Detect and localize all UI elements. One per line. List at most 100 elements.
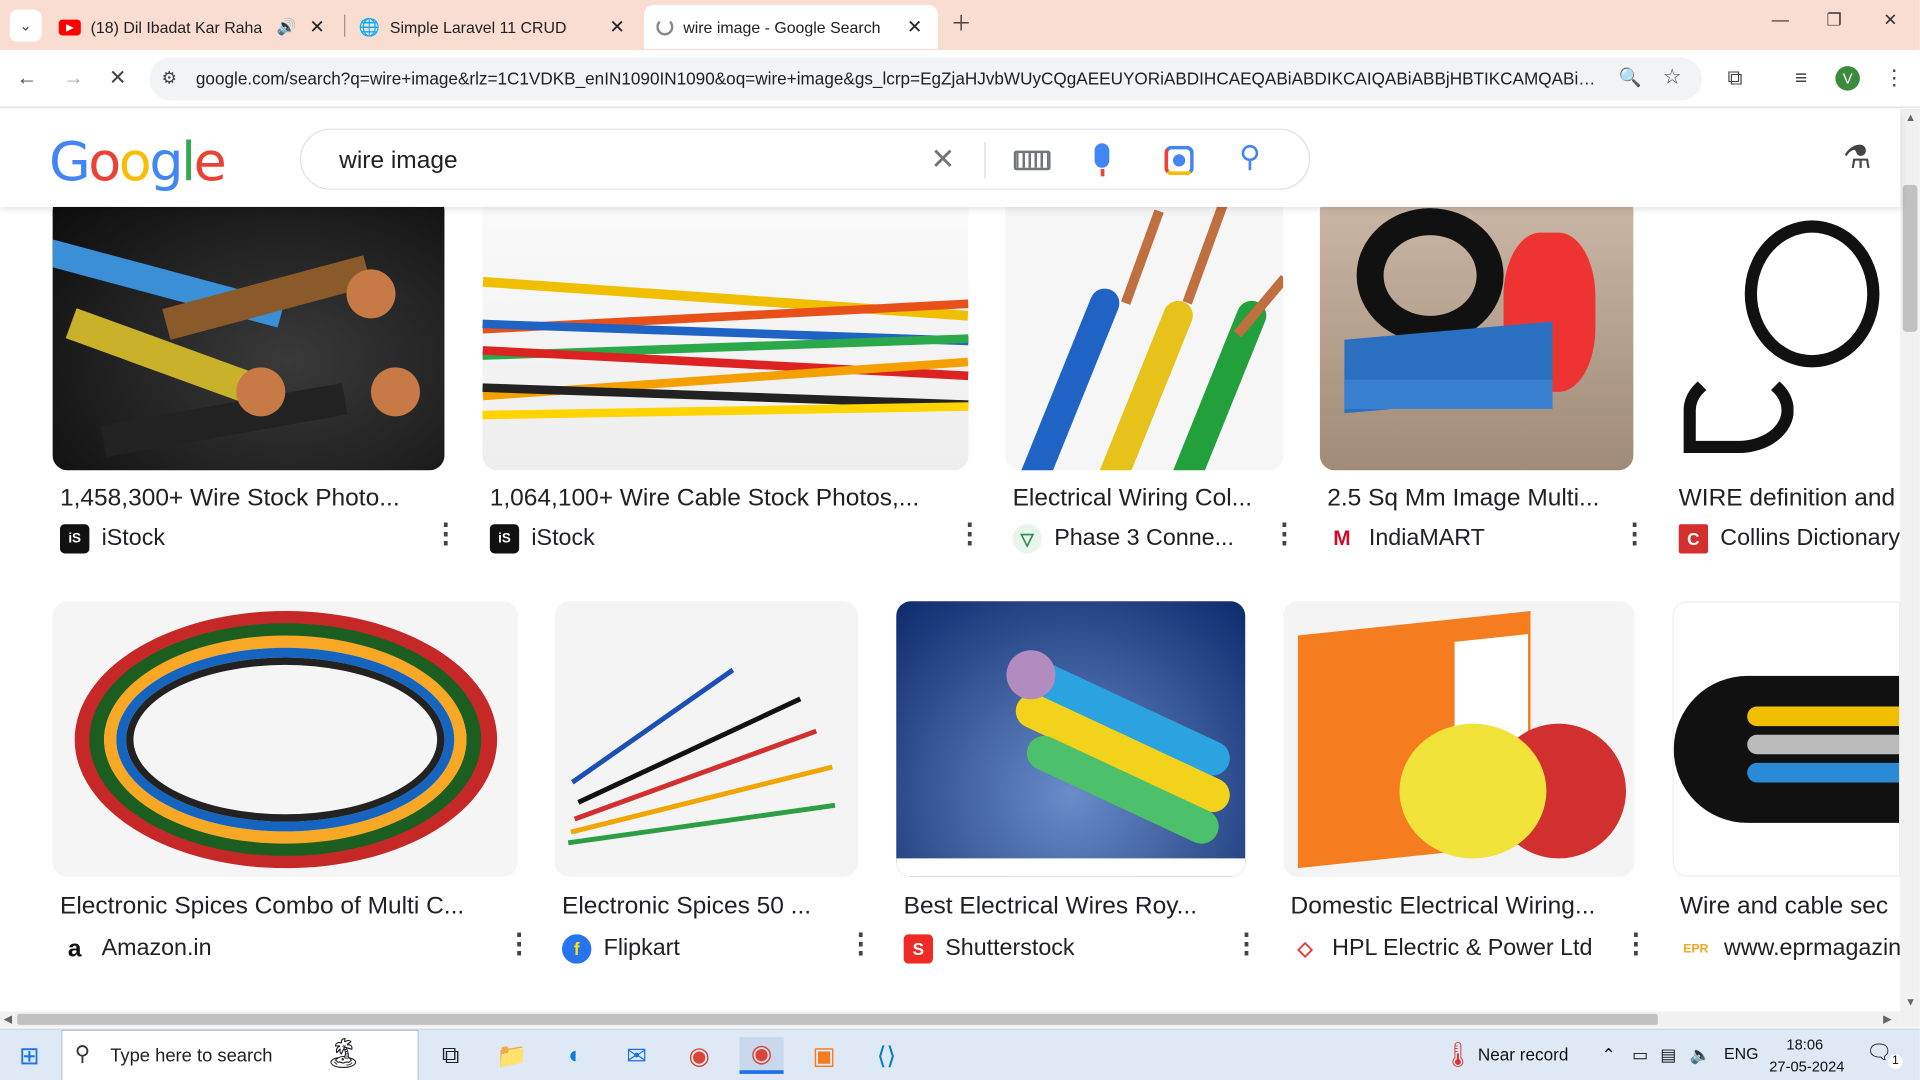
chrome-active-icon[interactable]: ◉ (739, 1037, 784, 1074)
windows-start-icon[interactable]: ⊞ (7, 1037, 51, 1074)
search-box[interactable]: wire image ✕ ⚲ (299, 128, 1311, 190)
horizontal-scrollbar[interactable]: ◀ ▶ (0, 1011, 1901, 1028)
microphone-icon[interactable] (1094, 143, 1110, 168)
more-options-icon[interactable]: ⋮ (956, 520, 983, 547)
result-title[interactable]: Wire and cable sec (1680, 893, 1900, 921)
result-thumbnail[interactable] (1671, 195, 1904, 471)
result-thumbnail[interactable] (1672, 601, 1901, 877)
tab-google-search[interactable]: wire image - Google Search ✕ (644, 4, 938, 49)
vertical-scrollbar[interactable]: ▲ ▼ (1900, 108, 1920, 1028)
scroll-left-icon[interactable]: ◀ (4, 1013, 12, 1026)
result-source[interactable]: ▽ Phase 3 Conne... (1012, 524, 1240, 554)
tab-youtube[interactable]: ▶ (18) Dil Ibadat Kar Raha Hai 🔊 ✕ (47, 5, 341, 49)
vscode-icon[interactable]: ⟨⟩ (864, 1037, 908, 1074)
result-source[interactable]: C Collins Dictionary (1678, 524, 1901, 554)
address-bar[interactable]: ⚙ google.com/search?q=wire+image&rlz=1C1… (149, 57, 1702, 101)
more-options-icon[interactable]: ⋮ (432, 520, 459, 547)
result-thumbnail[interactable] (896, 601, 1246, 877)
more-options-icon[interactable]: ⋮ (847, 930, 874, 957)
result-title[interactable]: 1,458,300+ Wire Stock Photo... (60, 485, 440, 513)
vertical-scroll-thumb[interactable] (1902, 184, 1918, 332)
search-icon[interactable]: ⚲ (1239, 140, 1261, 176)
tab-laravel[interactable]: 🌐 Simple Laravel 11 CRUD ✕ (347, 5, 641, 49)
google-logo[interactable]: Google (49, 131, 227, 193)
result-source[interactable]: M IndiaMART (1327, 524, 1596, 554)
xampp-icon[interactable]: ▣ (802, 1037, 846, 1074)
extensions-icon[interactable]: ⧉ (1720, 64, 1749, 93)
chrome-icon[interactable]: ◉ (677, 1037, 721, 1074)
more-options-icon[interactable]: ⋮ (1233, 930, 1260, 957)
result-thumbnail[interactable] (52, 601, 518, 877)
clock-time[interactable]: 18:06 (1786, 1036, 1823, 1053)
result-title[interactable]: Best Electrical Wires Roy... (904, 893, 1235, 921)
mail-icon[interactable]: ✉ (615, 1037, 659, 1074)
source-name: Shutterstock (945, 935, 1075, 962)
result-thumbnail[interactable] (482, 195, 969, 471)
more-options-icon[interactable]: ⋮ (506, 930, 533, 957)
result-thumbnail[interactable] (52, 195, 445, 471)
close-tab-icon[interactable]: ✕ (904, 16, 926, 38)
result-thumbnail[interactable] (1319, 195, 1634, 471)
close-tab-icon[interactable]: ✕ (306, 16, 328, 38)
url-text[interactable]: google.com/search?q=wire+image&rlz=1C1VD… (196, 69, 1604, 89)
result-title[interactable]: Electronic Spices Combo of Multi C... (60, 893, 513, 921)
result-source[interactable]: a Amazon.in (59, 934, 464, 964)
result-title[interactable]: 1,064,100+ Wire Cable Stock Photos,... (490, 485, 965, 513)
result-title[interactable]: Domestic Electrical Wiring... (1291, 893, 1628, 921)
profile-avatar[interactable]: V (1835, 66, 1860, 91)
edge-icon[interactable]: ◐ (553, 1037, 597, 1074)
search-input[interactable]: wire image (339, 147, 457, 175)
scroll-up-icon[interactable]: ▲ (1905, 111, 1916, 123)
labs-flask-icon[interactable]: ⚗ (1843, 138, 1872, 176)
forward-icon[interactable]: → (59, 64, 88, 93)
media-controls-icon[interactable]: ≡ (1786, 64, 1815, 93)
istock-icon: iS (59, 524, 90, 554)
bookmark-star-icon[interactable]: ☆ (1663, 65, 1682, 89)
result-title[interactable]: 2.5 Sq Mm Image Multi... (1327, 485, 1627, 513)
scroll-right-icon[interactable]: ▶ (1883, 1013, 1891, 1026)
result-title[interactable]: Electrical Wiring Col... (1013, 485, 1282, 513)
clear-icon[interactable]: ✕ (931, 142, 956, 178)
result-thumbnail[interactable] (1283, 601, 1635, 877)
restore-button[interactable]: ❐ (1816, 10, 1853, 39)
zoom-icon[interactable]: 🔍 (1619, 66, 1642, 88)
site-info-icon[interactable]: ⚙ (162, 67, 177, 88)
minimize-button[interactable]: — (1762, 10, 1799, 39)
palm-tree-icon: 🏝 (324, 1037, 362, 1071)
keyboard-icon[interactable] (1013, 150, 1051, 171)
more-options-icon[interactable]: ⋮ (1621, 520, 1648, 547)
horizontal-scroll-thumb[interactable] (17, 1013, 1658, 1025)
file-explorer-icon[interactable]: 📁 (490, 1037, 534, 1074)
show-hidden-icons[interactable]: ⌃ (1602, 1044, 1616, 1065)
clock-date[interactable]: 27-05-2024 (1769, 1058, 1844, 1075)
new-tab-button[interactable]: ＋ (946, 10, 975, 39)
back-icon[interactable]: ← (12, 64, 41, 93)
result-thumbnail[interactable] (1005, 195, 1284, 471)
volume-icon[interactable]: 🔈 (1690, 1044, 1711, 1065)
result-thumbnail[interactable] (554, 601, 859, 877)
close-window-button[interactable]: ✕ (1872, 10, 1909, 39)
thermometer-icon[interactable]: 🌡 (1442, 1040, 1473, 1071)
result-source[interactable]: f Flipkart (561, 934, 819, 964)
speaker-icon[interactable]: 🔊 (276, 17, 296, 37)
more-options-icon[interactable]: ⋮ (1622, 930, 1649, 957)
result-source[interactable]: ◇ HPL Electric & Power Ltd (1290, 934, 1597, 964)
result-source[interactable]: iS iStock (489, 524, 919, 554)
taskbar-search[interactable]: ⚲ Type here to search 🏝 (61, 1029, 419, 1080)
result-source[interactable]: S Shutterstock (903, 934, 1198, 964)
more-options-icon[interactable]: ⋮ (1271, 520, 1298, 547)
menu-icon[interactable]: ⋮ (1879, 64, 1908, 93)
language-indicator[interactable]: ENG (1724, 1044, 1758, 1062)
tab-search-button[interactable]: ⌄ (9, 9, 42, 42)
network-icon[interactable]: ▤ (1660, 1044, 1676, 1065)
battery-icon[interactable]: ▭ (1632, 1044, 1648, 1065)
result-title[interactable]: WIRE definition and (1679, 485, 1901, 513)
weather-text[interactable]: Near record (1478, 1044, 1569, 1064)
task-view-icon[interactable]: ⧉ (429, 1037, 473, 1074)
result-title[interactable]: Electronic Spices 50 ... (562, 893, 844, 921)
close-tab-icon[interactable]: ✕ (606, 16, 628, 38)
result-source[interactable]: iS iStock (59, 524, 415, 554)
result-source[interactable]: EPR www.eprmagazine (1679, 934, 1900, 964)
scroll-down-icon[interactable]: ▼ (1905, 996, 1916, 1008)
stop-icon[interactable]: ✕ (103, 64, 132, 93)
